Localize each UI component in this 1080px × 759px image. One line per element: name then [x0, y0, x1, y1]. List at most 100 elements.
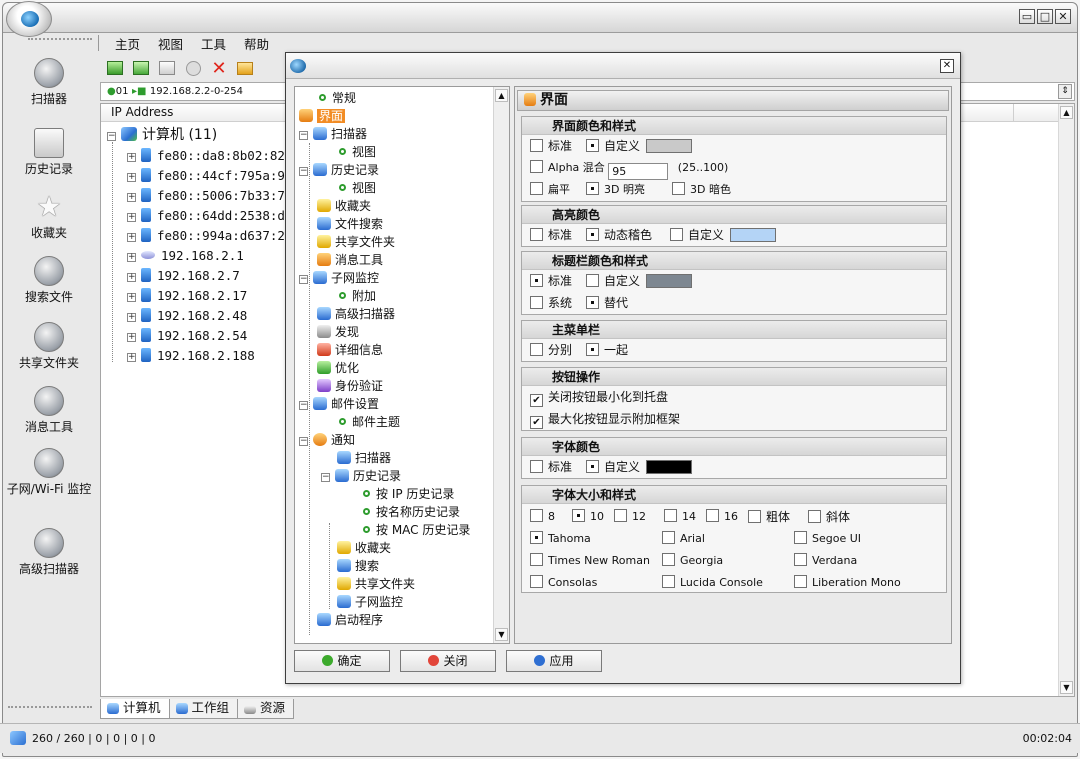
font-times-option[interactable]: Times New Roman	[530, 552, 650, 570]
color-swatch[interactable]	[646, 274, 693, 288]
maximize-frame-option[interactable]: ✔ 最大化按钮显示附加框架	[530, 410, 680, 429]
expand-icon[interactable]: +	[127, 193, 136, 202]
list-item[interactable]: +192.168.2.7	[127, 266, 240, 285]
alpha-input[interactable]: 95	[608, 163, 669, 180]
range-spin-button[interactable]: ⇕	[1058, 84, 1072, 99]
radio-box[interactable]	[794, 575, 807, 588]
maximize-button[interactable]: □	[1037, 9, 1053, 24]
collapse-icon[interactable]: −	[107, 132, 116, 141]
list-item[interactable]: + fe80::994a:d637:2	[127, 226, 285, 245]
radio-box[interactable]	[530, 553, 543, 566]
titlebar-alternate-option[interactable]: 替代	[586, 294, 628, 312]
radio-box[interactable]	[530, 228, 543, 241]
tree-optimize[interactable]: 优化	[317, 359, 359, 377]
tree-file-search[interactable]: 文件搜索	[317, 215, 383, 233]
italic-option[interactable]: 斜体	[808, 508, 850, 526]
radio-box[interactable]	[614, 509, 627, 522]
nav-shared-folders[interactable]: 共享文件夹	[2, 322, 96, 370]
tree-shared-folders[interactable]: 共享文件夹	[317, 233, 395, 251]
tab-workgroups[interactable]: 工作组	[168, 699, 239, 719]
tree-subnet-extra[interactable]: 附加	[339, 287, 376, 305]
dialog-close-button[interactable]: ✕	[940, 59, 954, 73]
tree-mail-subject[interactable]: 邮件主题	[339, 413, 400, 431]
color-swatch[interactable]	[646, 460, 693, 474]
radio-box[interactable]	[586, 274, 599, 287]
ok-button[interactable]: 确定	[294, 650, 390, 672]
minimize-to-tray-option[interactable]: ✔ 关闭按钮最小化到托盘	[530, 388, 668, 407]
list-item[interactable]: + fe80::64dd:2538:d	[127, 206, 285, 225]
fontcolor-custom-option[interactable]: 自定义	[586, 458, 693, 476]
dialog-title-bar[interactable]: ✕	[286, 53, 960, 79]
radio-box[interactable]	[586, 460, 599, 473]
radio-box[interactable]	[530, 531, 543, 544]
radio-box[interactable]	[670, 228, 683, 241]
radio-box[interactable]	[530, 509, 543, 522]
titlebar-standard-option[interactable]: 标准	[530, 272, 572, 290]
checkbox[interactable]	[808, 510, 821, 523]
radio-box[interactable]	[586, 182, 599, 195]
radio-box[interactable]	[530, 274, 543, 287]
list-item[interactable]: +192.168.2.188	[127, 346, 255, 365]
size-16-option[interactable]: 16	[706, 508, 738, 526]
radio-box[interactable]	[586, 139, 599, 152]
size-10-option[interactable]: 10	[572, 508, 604, 526]
collapse-icon[interactable]: −	[299, 401, 308, 410]
dark3d-option[interactable]: 3D 暗色	[672, 181, 731, 199]
collapse-icon[interactable]: −	[321, 473, 330, 482]
font-georgia-option[interactable]: Georgia	[662, 552, 723, 570]
delete-icon[interactable]: ✕	[208, 57, 230, 79]
scroll-up-arrow-icon[interactable]: ▲	[1060, 106, 1073, 119]
checkbox[interactable]	[748, 510, 761, 523]
menu-together-option[interactable]: 一起	[586, 341, 628, 359]
collapse-icon[interactable]: −	[299, 131, 308, 140]
radio-box[interactable]	[662, 553, 675, 566]
tree-subnet-monitor[interactable]: − 子网监控	[299, 269, 379, 287]
tree-notify-shared-folders[interactable]: 共享文件夹	[337, 575, 415, 593]
expand-icon[interactable]: +	[127, 353, 136, 362]
expand-icon[interactable]: +	[127, 273, 136, 282]
expand-icon[interactable]: +	[127, 153, 136, 162]
tree-notify-favorites[interactable]: 收藏夹	[337, 539, 391, 557]
expand-icon[interactable]: +	[127, 313, 136, 322]
size-14-option[interactable]: 14	[664, 508, 696, 526]
tree-favorites[interactable]: 收藏夹	[317, 197, 371, 215]
radio-box[interactable]	[586, 296, 599, 309]
radio-box[interactable]	[586, 228, 599, 241]
collapse-icon[interactable]: −	[299, 437, 308, 446]
tree-notify-search[interactable]: 搜索	[337, 557, 379, 575]
list-item[interactable]: +192.168.2.17	[127, 286, 247, 305]
nav-history[interactable]: 历史记录	[2, 128, 96, 176]
tree-launch-programs[interactable]: 启动程序	[317, 611, 383, 629]
radio-box[interactable]	[662, 531, 675, 544]
highlight-custom-option[interactable]: 自定义	[670, 226, 777, 244]
menu-separate-option[interactable]: 分别	[530, 341, 572, 359]
radio-box[interactable]	[706, 509, 719, 522]
font-verdana-option[interactable]: Verdana	[794, 552, 857, 570]
nav-advanced-scanner[interactable]: 高级扫描器	[2, 528, 96, 576]
radio-box[interactable]	[530, 296, 543, 309]
open-folder-icon[interactable]	[234, 57, 256, 79]
font-arial-option[interactable]: Arial	[662, 530, 705, 548]
scan-add-icon[interactable]	[130, 57, 152, 79]
tree-history-view[interactable]: 视图	[339, 179, 376, 197]
tree-mail-settings[interactable]: − 邮件设置	[299, 395, 379, 413]
fontcolor-standard-option[interactable]: 标准	[530, 458, 572, 476]
close-dialog-button[interactable]: 关闭	[400, 650, 496, 672]
scan-start-icon[interactable]	[104, 57, 126, 79]
radio-box[interactable]	[662, 575, 675, 588]
font-segoe-option[interactable]: Segoe UI	[794, 530, 861, 548]
color-swatch[interactable]	[646, 139, 693, 153]
collapse-icon[interactable]: −	[299, 275, 308, 284]
menu-help[interactable]: 帮助	[242, 34, 271, 53]
radio-box[interactable]	[572, 509, 585, 522]
menu-view[interactable]: 视图	[156, 34, 185, 53]
list-item[interactable]: +192.168.2.1	[127, 246, 244, 265]
expand-icon[interactable]: +	[127, 293, 136, 302]
list-item[interactable]: + fe80::5006:7b33:7	[127, 186, 285, 205]
list-item[interactable]: +192.168.2.54	[127, 326, 247, 345]
tree-history-by-mac[interactable]: 按 MAC 历史记录	[363, 521, 470, 539]
expand-icon[interactable]: +	[127, 213, 136, 222]
tree-notifications[interactable]: − 通知	[299, 431, 355, 449]
tree-scroll-down-icon[interactable]: ▼	[495, 628, 508, 641]
radio-box[interactable]	[530, 139, 543, 152]
